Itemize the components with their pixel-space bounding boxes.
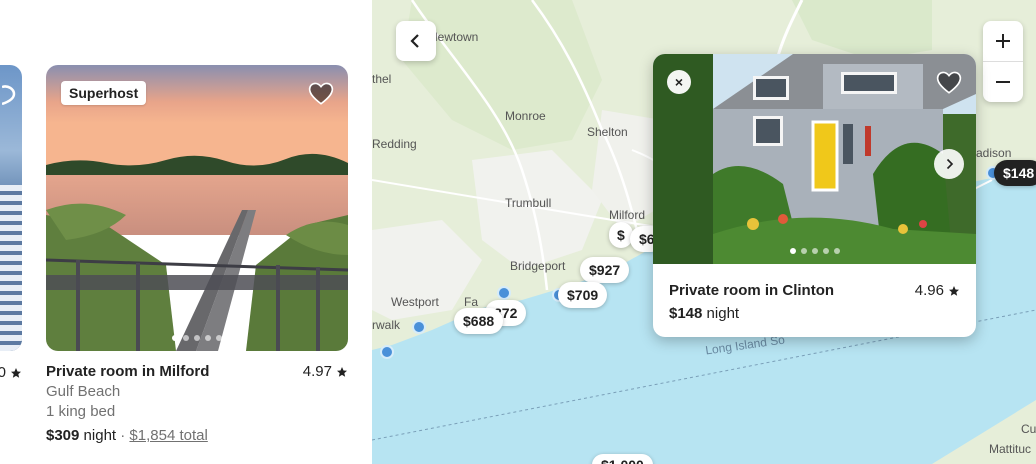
listing-rating: 0 (0, 364, 22, 381)
map-label-monroe: Monroe (505, 109, 546, 123)
popup-rating: 4.96 (915, 282, 960, 299)
price-pin[interactable]: $927 (580, 257, 630, 283)
photo-dot[interactable] (194, 335, 200, 341)
heart-icon[interactable] (936, 70, 962, 96)
price-pin[interactable]: $688 (454, 308, 504, 334)
map[interactable]: Newtown thel Monroe Shelton Redding Trum… (372, 0, 1036, 464)
heart-icon[interactable] (308, 81, 334, 107)
poi-marker[interactable] (412, 320, 426, 334)
photo-rail (0, 185, 22, 351)
map-label-bethel: thel (372, 72, 392, 86)
listings-pane: 0 Superhost Private room in Milford 4.97… (0, 0, 372, 464)
listing-total-link[interactable]: $1,854 total (129, 427, 207, 444)
rating-value: 0 (0, 364, 6, 381)
photo-dot[interactable] (811, 248, 818, 254)
minus-icon (996, 81, 1010, 83)
chevron-right-icon (946, 158, 954, 170)
popup-price-unit: night (706, 305, 740, 322)
close-icon: × (674, 74, 684, 90)
poi-marker[interactable] (497, 286, 511, 300)
listing-card-partial[interactable]: 0 (0, 65, 22, 381)
price-separator: · (120, 427, 126, 444)
map-label-newtown: Newtown (429, 30, 479, 44)
superhost-badge: Superhost (61, 81, 147, 105)
photo-pagination-dots (46, 335, 348, 341)
price-pin[interactable]: $1,000 (592, 454, 653, 464)
listing-photo[interactable]: Superhost (46, 65, 348, 351)
photo-dot[interactable] (172, 335, 178, 341)
map-label-mattituck: Mattituc (989, 442, 1032, 456)
listing-photo[interactable] (0, 65, 22, 351)
listing-card[interactable]: Superhost Private room in Milford 4.97 G… (46, 65, 348, 444)
price-pin[interactable]: $709 (558, 282, 608, 308)
listing-price-row: $309 night · $1,854 total (46, 427, 348, 444)
photo-pagination-dots (653, 248, 976, 254)
rating-value: 4.96 (914, 282, 944, 299)
poi-marker[interactable] (380, 345, 394, 359)
zoom-controls (983, 21, 1023, 102)
photo-dot[interactable] (800, 248, 807, 254)
photo-dot[interactable] (183, 335, 189, 341)
chevron-left-icon (410, 34, 419, 48)
photo-dot[interactable] (822, 248, 829, 254)
listing-photo-image (46, 65, 348, 351)
listing-popup[interactable]: × Private room in Clinton 4.96 $148 nigh… (653, 54, 976, 337)
map-label-westport: Westport (391, 295, 439, 309)
popup-close-button[interactable]: × (667, 70, 691, 94)
popup-price: $148 (669, 305, 703, 322)
popup-photo[interactable]: × (653, 54, 976, 264)
map-label-milford: Milford (609, 208, 646, 222)
listing-location: Gulf Beach (46, 383, 121, 400)
listing-rating: 4.97 (303, 363, 348, 380)
popup-next-photo-button[interactable] (934, 149, 964, 179)
map-label-trumbull: Trumbull (505, 196, 552, 210)
photo-dot[interactable] (216, 335, 222, 341)
popup-photo-image (653, 54, 976, 264)
popup-details: Private room in Clinton 4.96 $148 night (653, 264, 976, 337)
map-label-shelton: Shelton (587, 125, 628, 139)
popup-price-row: $148 night (669, 305, 960, 322)
zoom-out-button[interactable] (983, 62, 1023, 102)
popup-title[interactable]: Private room in Clinton (669, 282, 834, 299)
price-pin[interactable]: $ (609, 222, 633, 248)
star-icon (11, 367, 21, 378)
map-label-madison: adison (976, 146, 1012, 160)
price-pin-selected[interactable]: $148 (994, 160, 1036, 186)
heart-icon[interactable] (2, 83, 16, 105)
listing-price-unit: night (83, 427, 117, 444)
map-back-button[interactable] (396, 21, 436, 61)
photo-dot[interactable] (833, 248, 840, 254)
photo-dot[interactable] (789, 248, 796, 254)
rating-value: 4.97 (302, 363, 332, 380)
star-icon (949, 285, 959, 296)
plus-icon (996, 34, 1010, 48)
star-icon (337, 366, 347, 377)
photo-dot[interactable] (205, 335, 211, 341)
map-label-redding: Redding (372, 137, 417, 151)
zoom-in-button[interactable] (983, 21, 1023, 61)
listing-price: $309 (46, 427, 80, 444)
map-label-norwalk: rwalk (372, 318, 401, 332)
listing-title[interactable]: Private room in Milford (46, 363, 209, 380)
listing-beds: 1 king bed (46, 403, 116, 420)
map-label-fairfield: Fa (464, 295, 479, 309)
map-label-cu: Cu (1021, 422, 1036, 436)
map-label-bridgeport: Bridgeport (510, 259, 566, 273)
